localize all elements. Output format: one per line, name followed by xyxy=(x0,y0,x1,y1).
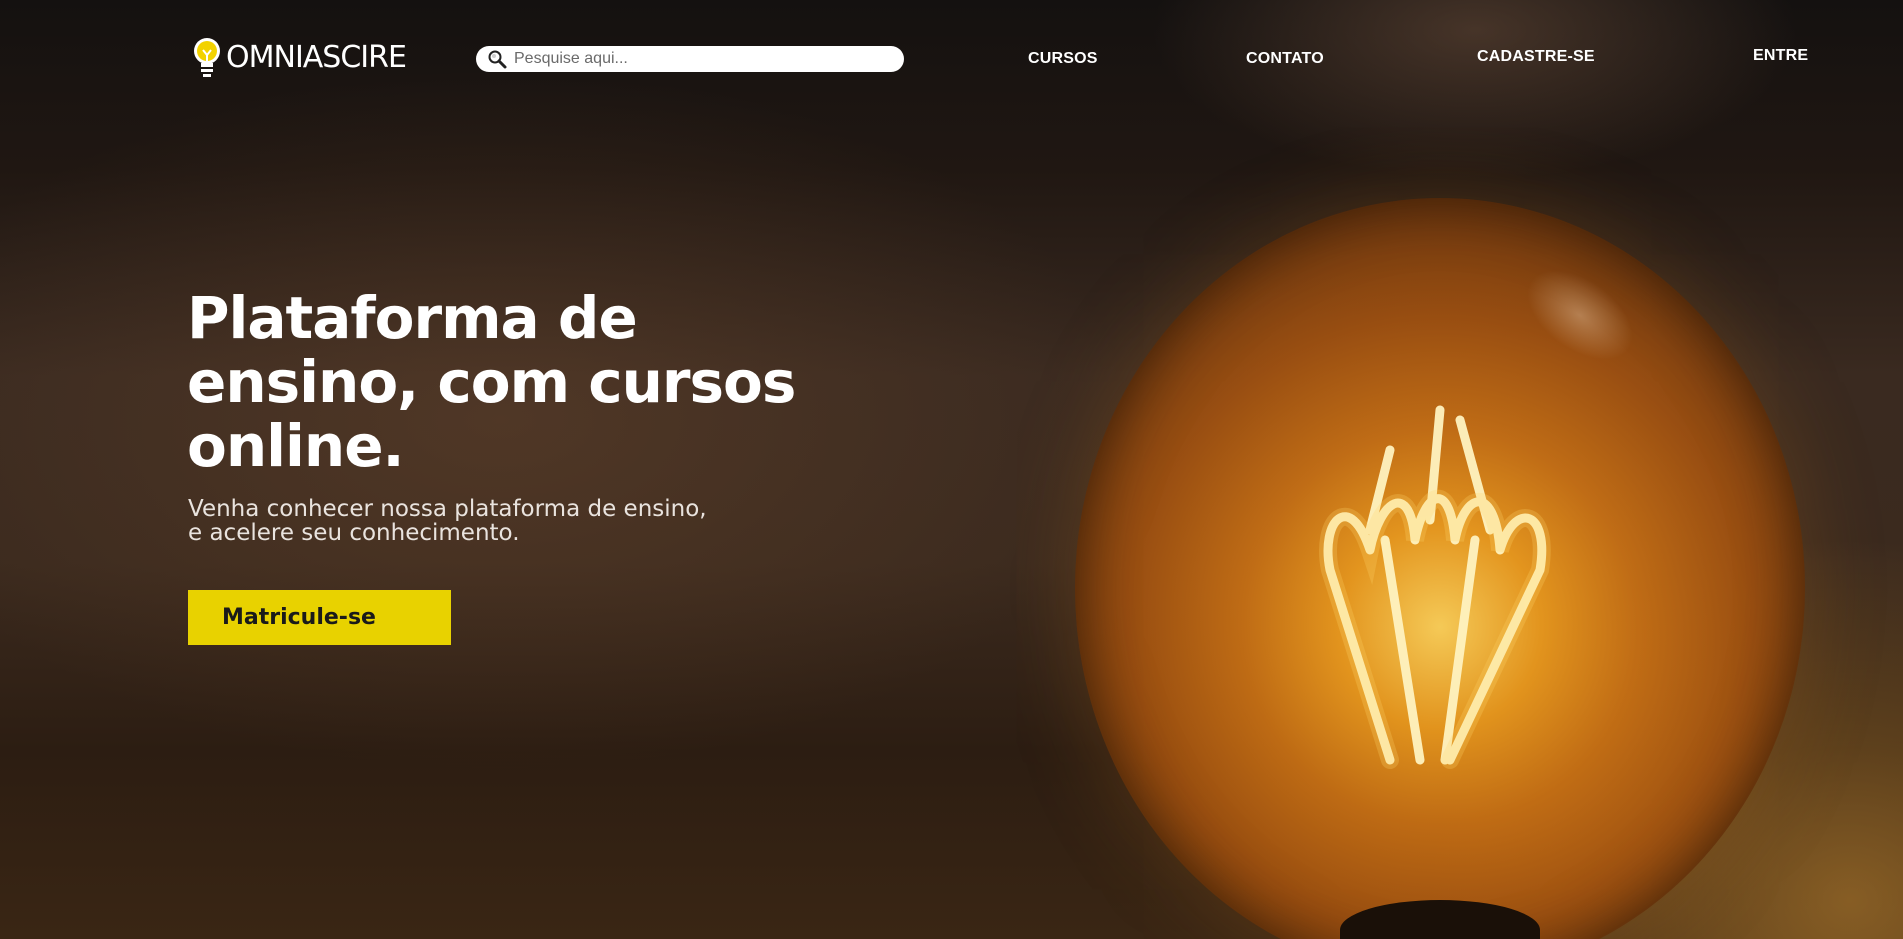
brand-name: OMNIASCIRE xyxy=(226,40,407,75)
site-header: OMNIASCIRE CURSOS CONTATO CADASTRE-SE EN… xyxy=(0,0,1903,110)
search-bar xyxy=(476,46,904,72)
enroll-button[interactable]: Matricule-se xyxy=(188,590,451,645)
bulb-filament xyxy=(1319,405,1551,769)
nav-item-contato[interactable]: CONTATO xyxy=(1246,50,1324,68)
lightbulb-icon xyxy=(194,38,220,77)
hero-subtitle-line-2: e acelere seu conhecimento. xyxy=(188,520,520,546)
brand-logo[interactable]: OMNIASCIRE xyxy=(190,36,407,80)
hero-subtitle: Venha conhecer nossa plataforma de ensin… xyxy=(188,497,828,545)
page: OMNIASCIRE CURSOS CONTATO CADASTRE-SE EN… xyxy=(0,0,1903,939)
hero-subtitle-line-1: Venha conhecer nossa plataforma de ensin… xyxy=(188,496,707,522)
search-icon[interactable] xyxy=(486,48,508,70)
search-input[interactable] xyxy=(514,50,884,68)
nav-item-cursos[interactable]: CURSOS xyxy=(1028,50,1098,68)
hero-title: Plataforma de ensino, com cursos online. xyxy=(187,284,796,480)
nav-item-cadastre-se[interactable]: CADASTRE-SE xyxy=(1477,48,1595,66)
nav-item-entre[interactable]: ENTRE xyxy=(1753,47,1808,65)
